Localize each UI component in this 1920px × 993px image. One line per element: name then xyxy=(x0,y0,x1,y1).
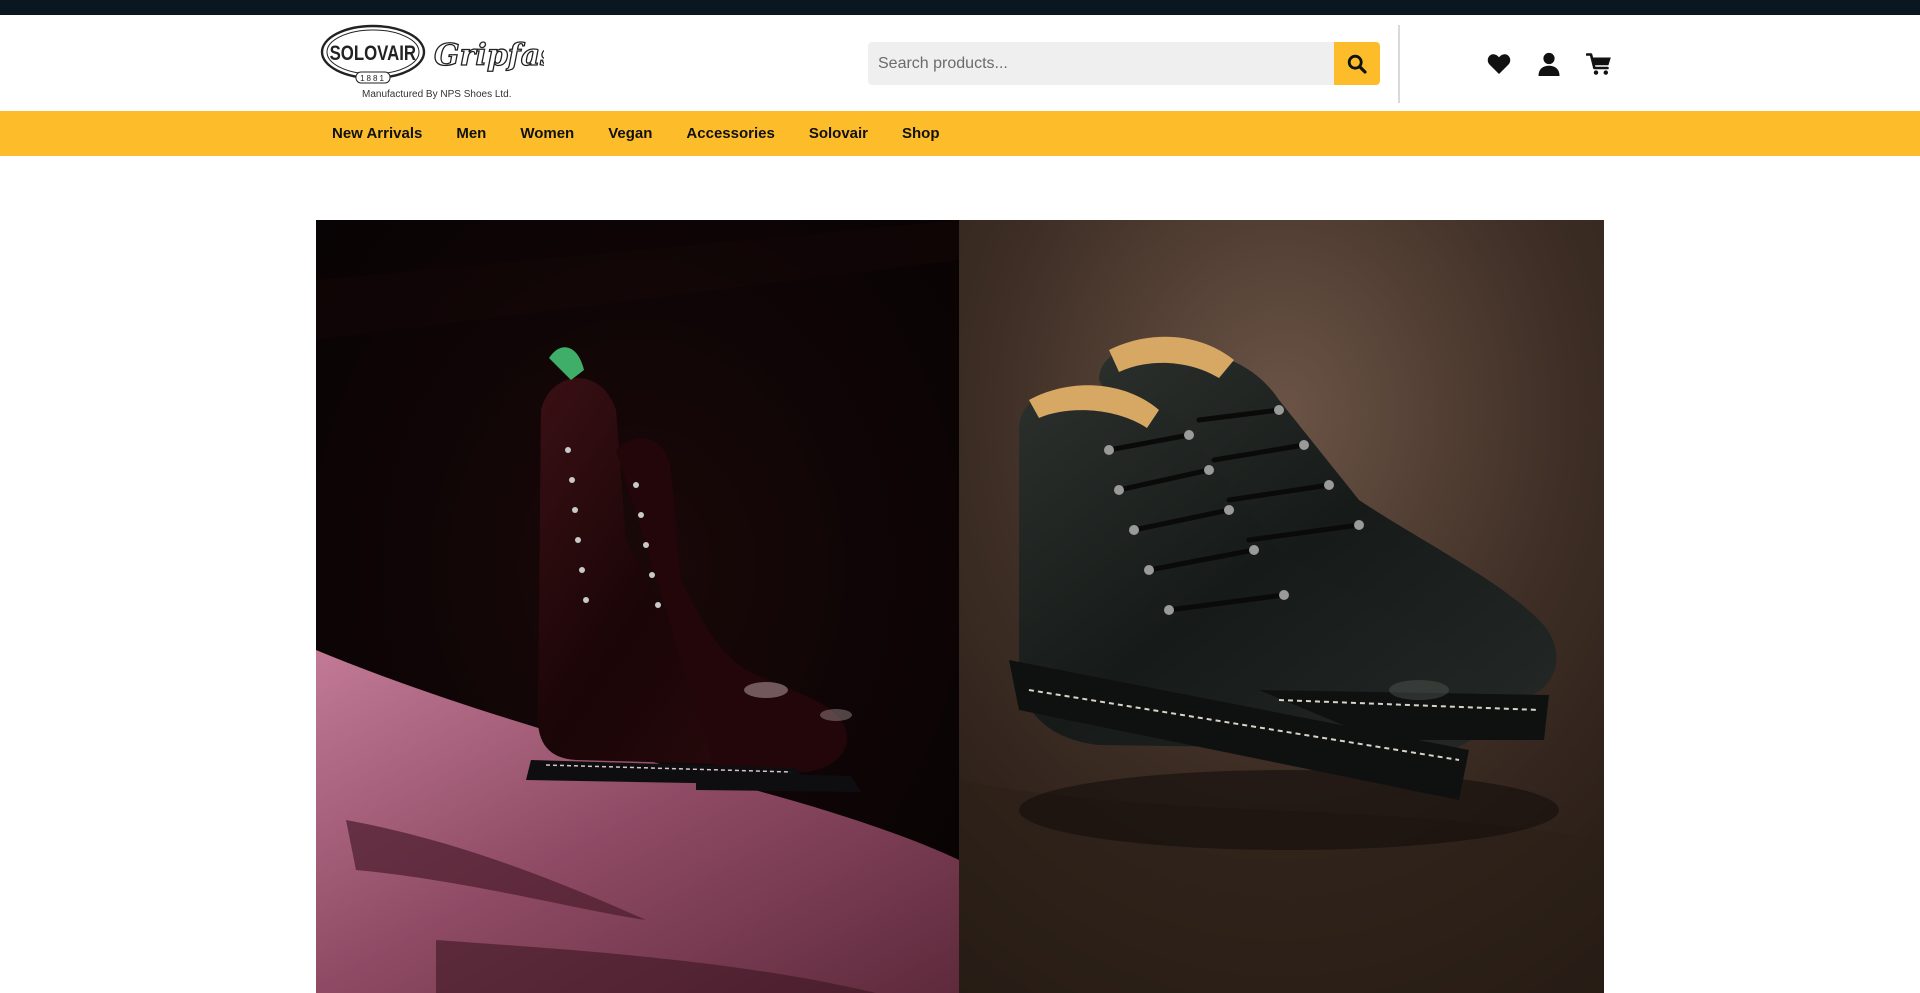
oxblood-boots-photo xyxy=(316,220,959,993)
header-divider xyxy=(1398,25,1400,103)
nav-item-women[interactable]: Women xyxy=(503,111,591,156)
svg-text:Gripfast: Gripfast xyxy=(434,38,544,73)
wishlist-button[interactable] xyxy=(1486,51,1512,77)
search-button[interactable] xyxy=(1334,42,1380,85)
solovair-logo: SOLOVAIR 1881 xyxy=(320,24,426,84)
site-header: SOLOVAIR 1881 Gripfast Manufactured By N… xyxy=(0,15,1920,111)
hero-banner[interactable] xyxy=(316,220,1604,993)
search-bar xyxy=(868,42,1380,85)
brand-tagline: Manufactured By NPS Shoes Ltd. xyxy=(362,89,512,100)
cart-button[interactable] xyxy=(1586,51,1612,77)
nav-item-new-arrivals[interactable]: New Arrivals xyxy=(315,111,439,156)
header-actions xyxy=(1486,49,1612,79)
heart-icon xyxy=(1487,54,1511,74)
nav-list: New Arrivals Men Women Vegan Accessories… xyxy=(315,111,957,156)
svg-text:1881: 1881 xyxy=(360,74,386,83)
user-icon xyxy=(1538,52,1560,76)
main-nav: New Arrivals Men Women Vegan Accessories… xyxy=(0,111,1920,156)
svg-text:SOLOVAIR: SOLOVAIR xyxy=(330,42,417,65)
nav-item-accessories[interactable]: Accessories xyxy=(669,111,791,156)
search-icon xyxy=(1347,54,1367,74)
gripfast-logo: Gripfast xyxy=(433,37,544,73)
nav-item-men[interactable]: Men xyxy=(439,111,503,156)
cart-icon xyxy=(1586,53,1611,75)
hiking-boots-photo xyxy=(959,220,1604,993)
account-button[interactable] xyxy=(1536,51,1562,77)
nav-item-solovair[interactable]: Solovair xyxy=(792,111,885,156)
brand-logo[interactable]: SOLOVAIR 1881 Gripfast Manufactured By N… xyxy=(320,24,550,104)
hero-image-hiking-boots[interactable] xyxy=(959,220,1604,993)
nav-item-shop[interactable]: Shop xyxy=(885,111,957,156)
nav-item-vegan[interactable]: Vegan xyxy=(591,111,669,156)
top-bar xyxy=(0,0,1920,15)
hero-image-oxblood-boots[interactable] xyxy=(316,220,959,993)
search-input[interactable] xyxy=(868,42,1334,85)
